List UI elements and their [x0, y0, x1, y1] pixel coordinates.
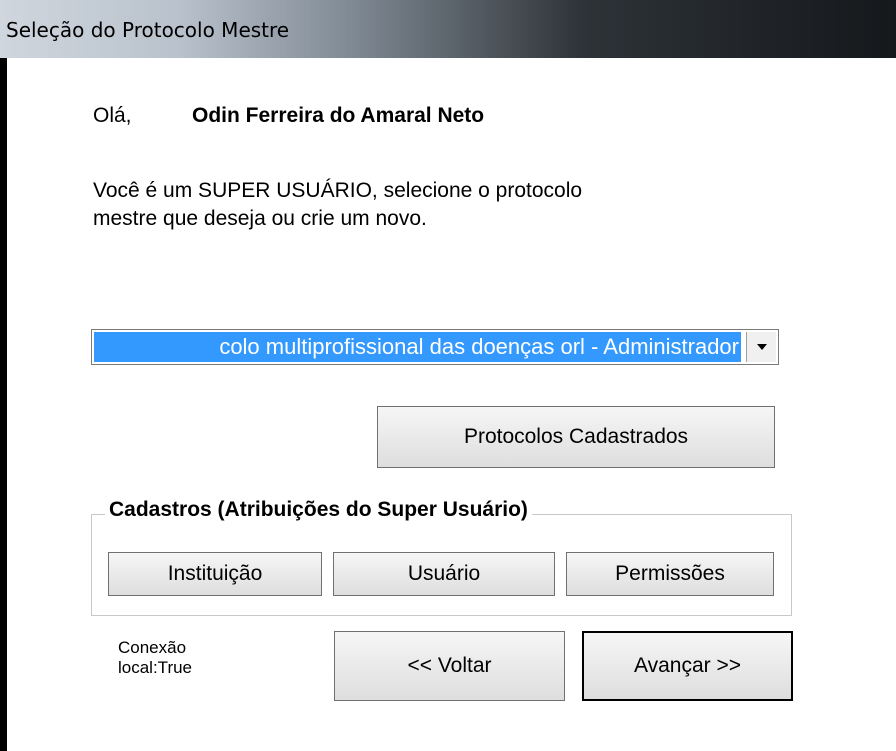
permissoes-button[interactable]: Permissões [566, 552, 774, 596]
protocol-combobox[interactable]: colo multiprofissional das doenças orl -… [91, 329, 779, 365]
cadastros-group-title: Cadastros (Atribuições do Super Usuário) [105, 498, 532, 522]
protocolos-cadastrados-button[interactable]: Protocolos Cadastrados [377, 406, 775, 468]
combobox-dropdown-button[interactable] [746, 332, 776, 362]
chevron-down-icon [756, 344, 767, 350]
dialog-content: Olá, Odin Ferreira do Amaral Neto Você é… [7, 58, 896, 751]
connection-status-line-1: Conexão [118, 638, 187, 657]
instruction-text: Você é um SUPER USUÁRIO, selecione o pro… [93, 177, 813, 233]
window-left-border [0, 58, 7, 751]
connection-status: Conexão local:True [118, 638, 192, 678]
greeting-label: Olá, [93, 104, 132, 127]
user-name: Odin Ferreira do Amaral Neto [192, 104, 485, 127]
instituicao-button[interactable]: Instituição [108, 552, 322, 596]
dialog-window: Seleção do Protocolo Mestre Olá, Odin Fe… [0, 0, 896, 751]
instruction-line-2: mestre que deseja ou crie um novo. [93, 207, 427, 230]
protocol-selected-value[interactable]: colo multiprofissional das doenças orl -… [94, 332, 741, 362]
usuario-button[interactable]: Usuário [333, 552, 555, 596]
window-title: Seleção do Protocolo Mestre [6, 18, 290, 42]
title-bar[interactable]: Seleção do Protocolo Mestre [0, 0, 896, 58]
avancar-button[interactable]: Avançar >> [582, 631, 793, 701]
instruction-line-1: Você é um SUPER USUÁRIO, selecione o pro… [93, 179, 583, 202]
connection-status-line-2: local:True [118, 658, 193, 677]
protocol-selected-text: colo multiprofissional das doenças orl -… [219, 334, 739, 359]
voltar-button[interactable]: << Voltar [334, 631, 565, 701]
